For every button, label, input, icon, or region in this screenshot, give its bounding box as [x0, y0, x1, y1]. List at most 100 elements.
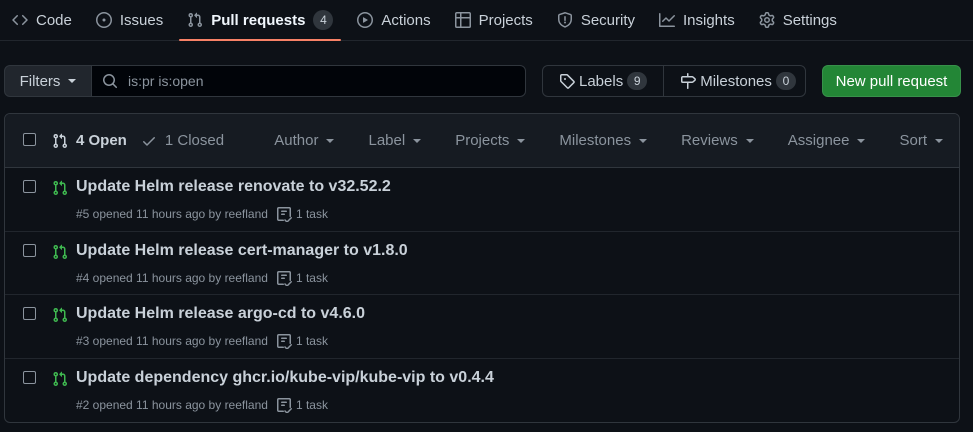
chevron-down-icon: [935, 139, 943, 144]
projects-menu-label: Projects: [455, 132, 510, 149]
pull-request-title-link[interactable]: Update Helm release renovate to v32.52.2: [76, 178, 391, 196]
tab-insights-label: Insights: [683, 11, 735, 29]
tab-settings[interactable]: Settings: [751, 0, 845, 40]
select-all-checkbox[interactable]: [23, 133, 36, 146]
gear-icon: [759, 12, 775, 28]
search-field[interactable]: [91, 65, 526, 97]
chevron-down-icon: [857, 139, 866, 144]
milestone-icon: [680, 73, 697, 89]
tab-security-label: Security: [580, 11, 635, 29]
milestones-menu-label: Milestones: [559, 132, 632, 149]
milestones-label: Milestones: [700, 72, 772, 90]
tab-settings-label: Settings: [782, 11, 837, 29]
pull-requests-counter: 4: [313, 10, 334, 30]
tab-pull-requests-label: Pull requests: [211, 11, 306, 29]
labels-button[interactable]: Labels 9: [543, 66, 665, 96]
closed-count-label: 1 Closed: [164, 132, 225, 149]
git-pull-request-icon: [187, 12, 203, 28]
tag-icon: [559, 73, 575, 89]
new-pull-request-button[interactable]: New pull request: [822, 65, 961, 97]
graph-icon: [659, 12, 675, 28]
labels-milestones-group: Labels 9 Milestones 0: [542, 65, 806, 97]
tab-actions[interactable]: Actions: [349, 0, 438, 40]
opened-by-text: #5 opened 11 hours ago by reefland: [76, 207, 268, 221]
filters-label: Filters: [19, 72, 61, 90]
row-checkbox[interactable]: [23, 370, 36, 384]
milestones-menu[interactable]: Milestones: [559, 132, 648, 149]
list-header: 4 Open 1 Closed Author Label Projects Mi…: [5, 114, 959, 168]
tab-projects[interactable]: Projects: [447, 0, 541, 40]
projects-menu[interactable]: Projects: [455, 132, 526, 149]
repo-nav: Code Issues Pull requests 4 Actions Proj…: [0, 0, 973, 41]
pull-request-meta: #5 opened 11 hours ago by reefland 1 tas…: [76, 206, 328, 222]
open-filter[interactable]: 4 Open: [52, 132, 127, 149]
assignee-menu-label: Assignee: [787, 132, 850, 149]
pull-request-meta: #2 opened 11 hours ago by reefland 1 tas…: [76, 397, 328, 413]
checklist-icon: [276, 206, 292, 222]
opened-by-text: #4 opened 11 hours ago by reefland: [76, 270, 268, 285]
closed-filter[interactable]: 1 Closed: [141, 132, 224, 149]
assignee-menu[interactable]: Assignee: [788, 132, 866, 149]
git-pull-request-open-icon: [52, 371, 68, 387]
author-menu[interactable]: Author: [274, 132, 335, 149]
chevron-down-icon: [517, 139, 526, 144]
task-count: 1 task: [295, 270, 328, 285]
check-icon: [141, 133, 157, 149]
filter-menus: Author Label Projects Milestones Reviews…: [274, 132, 943, 149]
filters-button[interactable]: Filters: [4, 65, 92, 97]
pull-request-meta: #4 opened 11 hours ago by reefland 1 tas…: [76, 270, 328, 286]
pull-request-title-link[interactable]: Update dependency ghcr.io/kube-vip/kube-…: [76, 369, 494, 387]
task-count: 1 task: [295, 397, 328, 412]
row-checkbox[interactable]: [23, 243, 36, 257]
opened-by-text: #2 opened 11 hours ago by reefland: [76, 397, 268, 412]
labels-label: Labels: [579, 72, 624, 90]
labels-count: 9: [627, 72, 648, 90]
play-icon: [357, 12, 374, 28]
tab-issues[interactable]: Issues: [88, 0, 171, 40]
reviews-menu[interactable]: Reviews: [681, 132, 754, 149]
git-pull-request-open-icon: [52, 180, 68, 196]
row-checkbox[interactable]: [23, 180, 36, 193]
pull-request-title-link[interactable]: Update Helm release cert-manager to v1.8…: [76, 242, 408, 260]
tab-projects-label: Projects: [478, 11, 533, 29]
chevron-down-icon: [326, 139, 335, 144]
pull-request-row: Update Helm release renovate to v32.52.2…: [5, 168, 959, 232]
checklist-icon: [276, 270, 292, 286]
tab-security[interactable]: Security: [549, 0, 643, 40]
sort-menu[interactable]: Sort: [899, 132, 943, 149]
git-pull-request-open-icon: [52, 244, 68, 260]
sort-menu-label: Sort: [899, 132, 927, 149]
search-input[interactable]: [128, 73, 508, 89]
tab-issues-label: Issues: [119, 11, 164, 29]
tab-code[interactable]: Code: [4, 0, 80, 40]
pull-request-title-link[interactable]: Update Helm release argo-cd to v4.6.0: [76, 305, 365, 323]
tab-code-label: Code: [36, 11, 72, 29]
pull-request-row: Update Helm release cert-manager to v1.8…: [5, 232, 959, 295]
tab-insights[interactable]: Insights: [651, 0, 743, 40]
table-icon: [454, 12, 471, 28]
tab-pull-requests[interactable]: Pull requests 4: [179, 0, 342, 41]
row-checkbox[interactable]: [23, 307, 36, 320]
search-icon: [102, 73, 118, 89]
code-icon: [12, 12, 28, 28]
checklist-icon: [276, 333, 292, 349]
tab-actions-label: Actions: [381, 11, 431, 29]
pull-request-meta: #3 opened 11 hours ago by reefland 1 tas…: [76, 333, 328, 349]
milestones-button[interactable]: Milestones 0: [664, 66, 812, 96]
chevron-down-icon: [413, 139, 422, 144]
chevron-down-icon: [639, 139, 648, 144]
shield-icon: [557, 12, 573, 28]
label-menu[interactable]: Label: [368, 132, 422, 149]
state-toggle: 4 Open 1 Closed: [52, 132, 238, 149]
chevron-down-icon: [745, 139, 754, 144]
open-count-label: 4 Open: [76, 132, 127, 149]
author-menu-label: Author: [274, 132, 319, 149]
task-count: 1 task: [295, 207, 328, 221]
task-count: 1 task: [295, 334, 328, 348]
pull-request-row: Update Helm release argo-cd to v4.6.0 #3…: [5, 295, 959, 359]
reviews-menu-label: Reviews: [681, 132, 738, 149]
git-pull-request-open-icon: [52, 307, 68, 323]
subnav: Filters Labels 9 Milestones 0 New pull r…: [4, 65, 964, 98]
pull-request-row: Update dependency ghcr.io/kube-vip/kube-…: [5, 359, 959, 423]
pull-request-list: 4 Open 1 Closed Author Label Projects Mi…: [4, 113, 960, 423]
